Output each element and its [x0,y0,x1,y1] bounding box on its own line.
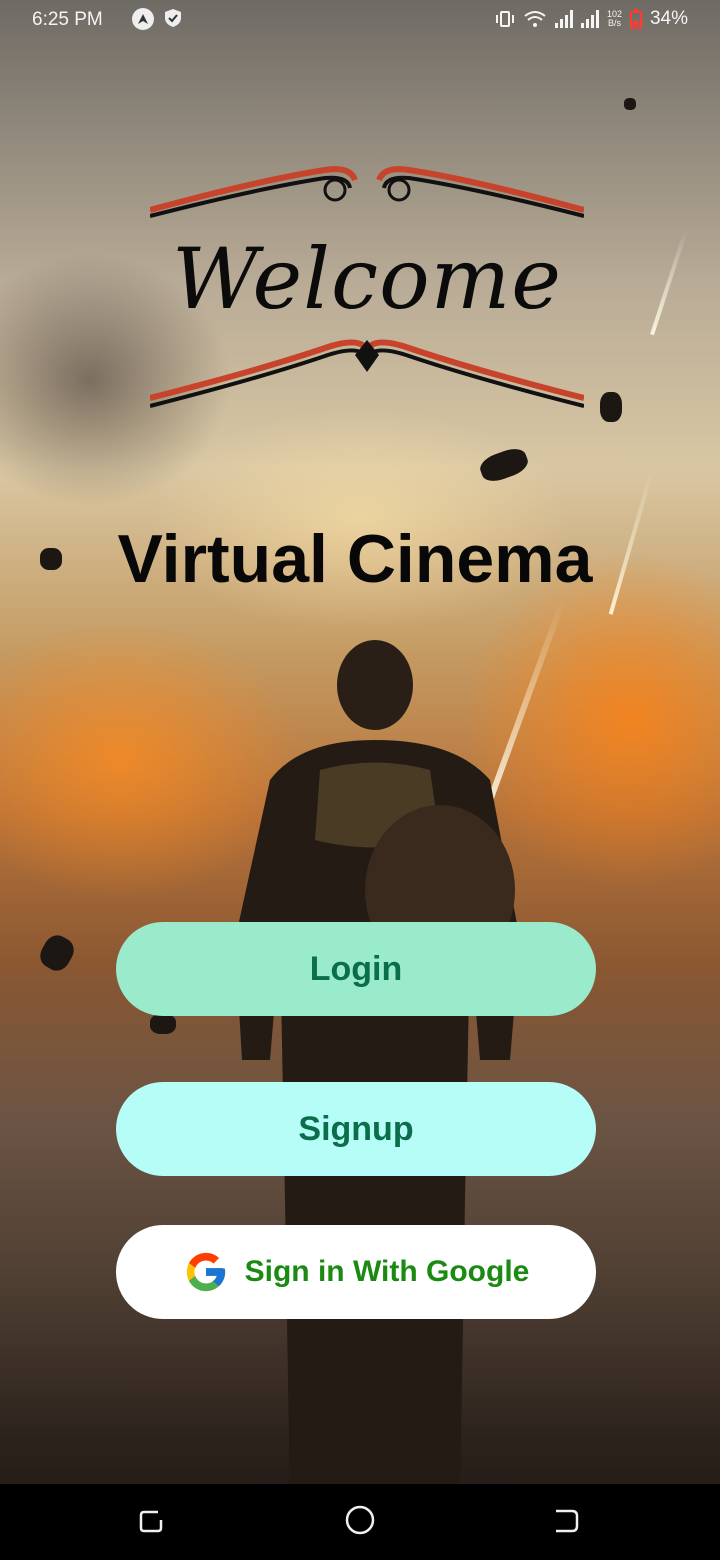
wifi-icon [524,11,546,27]
home-icon[interactable] [344,1504,376,1536]
shield-icon [165,9,181,27]
signal-icon [554,10,573,28]
recent-apps-icon[interactable] [138,1508,164,1534]
debris [150,1014,176,1034]
google-icon [186,1252,225,1292]
login-button-label: Login [309,949,403,988]
status-bar: 6:25 PM 102 B/s 34% [0,0,720,40]
navigation-icon [132,8,154,30]
debris-streak [650,229,688,336]
app-title: Virtual Cinema [117,521,593,597]
net-speed-unit: B/s [607,18,621,28]
login-button[interactable]: Login [116,922,596,1016]
welcome-text: Welcome [171,230,563,328]
status-icons-left [132,8,182,30]
signal-icon [580,10,599,28]
soldier-silhouette [235,640,520,1500]
debris [600,392,622,422]
navigation-bar [0,1484,720,1560]
status-time: 6:25 PM [32,9,103,30]
debris [477,444,531,486]
google-button-label: Sign in With Google [244,1255,530,1288]
signup-button[interactable]: Signup [116,1082,596,1176]
net-speed: 102 B/s [607,10,622,28]
back-icon[interactable] [552,1508,580,1534]
battery-icon [629,9,642,29]
debris [35,930,79,976]
google-signin-button[interactable]: Sign in With Google [116,1225,596,1319]
signup-button-label: Signup [298,1109,414,1148]
welcome-screen: 6:25 PM 102 B/s 34% Welcome Virtual Cine… [0,0,720,1560]
status-icons-right: 102 B/s 34% [495,8,688,30]
battery-percent: 34% [649,8,688,29]
welcome-banner: Welcome [150,150,584,410]
vibrate-icon [495,11,514,27]
debris [624,98,636,110]
